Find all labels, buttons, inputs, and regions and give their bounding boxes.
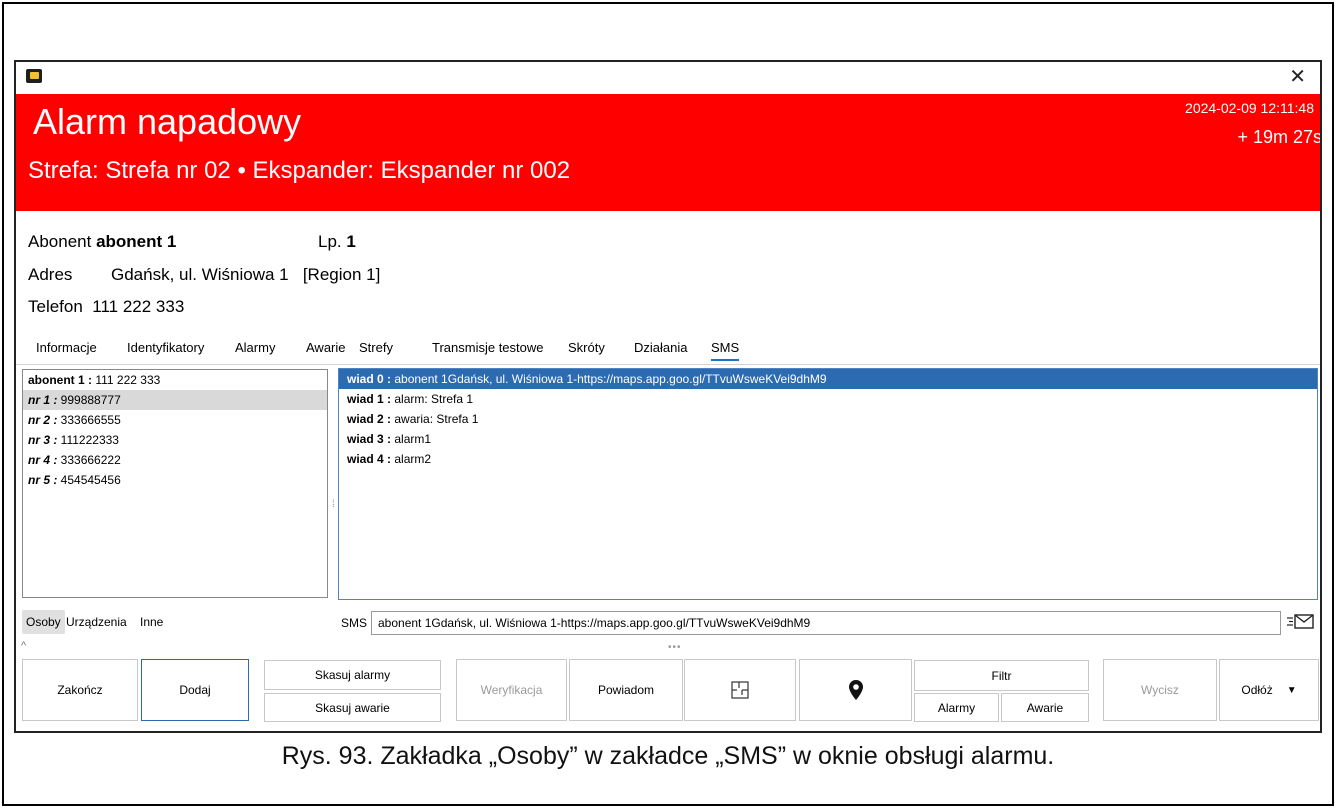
list-item[interactable]: nr 5 : 454545456 — [23, 470, 327, 490]
close-icon[interactable]: ✕ — [1289, 64, 1306, 89]
powiadom-button[interactable]: Powiadom — [569, 659, 683, 721]
list-item[interactable]: wiad 3 : alarm1 — [339, 429, 1317, 449]
lp-value: 1 — [346, 232, 356, 251]
tab-informacje[interactable]: Informacje — [36, 340, 97, 355]
wycisz-button[interactable]: Wycisz — [1103, 659, 1217, 721]
odloz-label: Odłóż — [1241, 683, 1273, 697]
list-item[interactable]: wiad 0 : abonent 1Gdańsk, ul. Wiśniowa 1… — [339, 369, 1317, 389]
list-item[interactable]: wiad 1 : alarm: Strefa 1 — [339, 389, 1317, 409]
zakoncz-button[interactable]: Zakończ — [22, 659, 138, 721]
lp-row: Lp. 1 — [318, 232, 356, 252]
filtr-alarmy-button[interactable]: Alarmy — [914, 693, 999, 722]
subtab-inne[interactable]: Inne — [136, 610, 167, 634]
list-item[interactable]: nr 3 : 111222333 — [23, 430, 327, 450]
alarm-window: ✕ Alarm napadowy Strefa: Strefa nr 02 • … — [14, 60, 1322, 733]
splitter-handle[interactable]: ⁞ — [332, 499, 335, 513]
persons-list[interactable]: abonent 1 : 111 222 333 nr 1 : 999888777… — [22, 369, 328, 598]
skasuj-alarmy-button[interactable]: Skasuj alarmy — [264, 660, 441, 690]
abonent-label: Abonent — [28, 232, 92, 251]
figure-caption: Rys. 93. Zakładka „Osoby” w zakładce „SM… — [281, 742, 1055, 770]
abonent-value: abonent 1 — [96, 232, 177, 251]
alarm-elapsed: + 19m 27s — [1237, 127, 1322, 147]
subtab-osoby[interactable]: Osoby — [22, 610, 65, 634]
telefon-label: Telefon — [28, 297, 83, 316]
tab-divider — [16, 364, 1320, 365]
map-pin-icon — [848, 680, 863, 700]
alarm-subtitle: Strefa: Strefa nr 02 • Ekspander: Ekspan… — [28, 157, 571, 184]
list-item[interactable]: nr 1 : 999888777 — [23, 390, 327, 410]
floor-plan-icon — [731, 681, 749, 699]
tab-alarmy[interactable]: Alarmy — [235, 340, 275, 355]
sms-label: SMS — [341, 616, 368, 630]
tab-dzialania[interactable]: Działania — [634, 340, 687, 355]
abonent-row: Abonent abonent 1 — [28, 232, 176, 252]
sms-input[interactable]: abonent 1Gdańsk, ul. Wiśniowa 1-https://… — [371, 611, 1281, 635]
adres-label: Adres — [28, 265, 73, 284]
subtab-urzadzenia[interactable]: Urządzenia — [62, 610, 131, 634]
dropdown-arrow-icon: ▼ — [1286, 684, 1297, 696]
send-sms-icon[interactable] — [1286, 610, 1316, 634]
weryfikacja-button[interactable]: Weryfikacja — [456, 659, 567, 721]
tab-skroty[interactable]: Skróty — [568, 340, 605, 355]
list-item[interactable]: abonent 1 : 111 222 333 — [23, 370, 327, 390]
list-item[interactable]: nr 2 : 333666555 — [23, 410, 327, 430]
tab-transmisje-testowe[interactable]: Transmisje testowe — [432, 340, 544, 355]
skasuj-awarie-button[interactable]: Skasuj awarie — [264, 693, 441, 722]
alarm-header: Alarm napadowy Strefa: Strefa nr 02 • Ek… — [16, 94, 1320, 211]
filtr-button[interactable]: Filtr — [914, 660, 1089, 691]
list-item[interactable]: wiad 4 : alarm2 — [339, 449, 1317, 469]
list-item[interactable]: nr 4 : 333666222 — [23, 450, 327, 470]
adres-row: Adres — [28, 265, 72, 285]
tab-awarie[interactable]: Awarie — [306, 340, 346, 355]
list-item[interactable]: wiad 2 : awaria: Strefa 1 — [339, 409, 1317, 429]
tab-strefy[interactable]: Strefy — [359, 340, 393, 355]
tab-identyfikatory[interactable]: Identyfikatory — [127, 340, 204, 355]
region-value: [Region 1] — [302, 265, 381, 284]
lp-label: Lp. — [318, 232, 342, 251]
chevron-up-icon[interactable]: ^ — [21, 640, 26, 652]
alarm-date: 2024-02-09 12:11:48 — [1185, 100, 1314, 116]
alarm-title: Alarm napadowy — [33, 101, 302, 142]
panel-resize-handle[interactable]: ••• — [668, 642, 682, 653]
telefon-value: 111 222 333 — [92, 297, 185, 316]
adres-value: Gdańsk, ul. Wiśniowa 1 — [111, 265, 289, 284]
floor-plan-button[interactable] — [684, 659, 796, 721]
app-icon — [26, 69, 42, 83]
messages-list[interactable]: wiad 0 : abonent 1Gdańsk, ul. Wiśniowa 1… — [338, 368, 1318, 600]
filtr-awarie-button[interactable]: Awarie — [1001, 693, 1089, 722]
dodaj-button[interactable]: Dodaj — [141, 659, 249, 721]
map-location-button[interactable] — [799, 659, 912, 721]
tab-sms[interactable]: SMS — [711, 340, 740, 361]
odloz-button[interactable]: Odłóż ▼ — [1219, 659, 1319, 721]
telefon-row: Telefon 111 222 333 — [28, 297, 184, 317]
title-bar: ✕ — [16, 62, 1320, 94]
adres-value-row: Gdańsk, ul. Wiśniowa 1 [Region 1] — [111, 265, 380, 285]
